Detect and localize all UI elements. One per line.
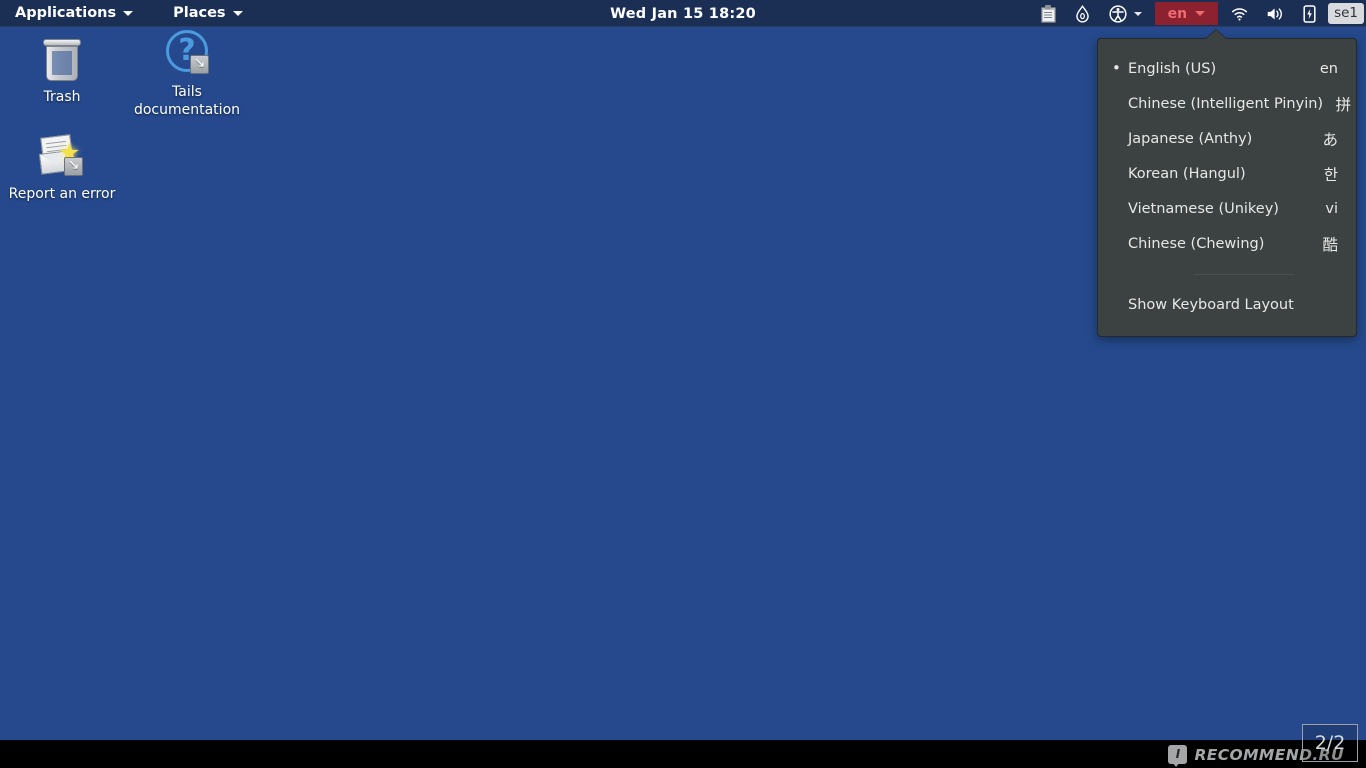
clock-button[interactable]: Wed Jan 15 18:20 <box>610 6 756 22</box>
clipboard-tray-button[interactable] <box>1032 0 1065 27</box>
menu-item-label: Japanese (Anthy) <box>1128 130 1253 147</box>
wifi-tray-button[interactable] <box>1222 0 1257 27</box>
menu-item-chinese-chewing[interactable]: Chinese (Chewing) 酷 <box>1098 226 1356 261</box>
menu-item-shortcode: vi <box>1325 200 1338 217</box>
watermark-badge-icon: I <box>1168 745 1188 767</box>
menu-item-english-us[interactable]: • English (US) en <box>1098 51 1356 86</box>
desktop-icon-trash[interactable]: Trash <box>7 33 117 106</box>
battery-icon <box>1303 4 1316 23</box>
applications-menu-label: Applications <box>15 5 117 21</box>
selected-bullet-icon: • <box>1112 59 1121 77</box>
wifi-icon <box>1231 7 1248 21</box>
menu-item-shortcode: 酷 <box>1322 235 1338 254</box>
volume-tray-button[interactable] <box>1257 0 1294 27</box>
menu-item-label: Korean (Hangul) <box>1128 165 1246 182</box>
menu-item-label: Show Keyboard Layout <box>1128 296 1294 313</box>
desktop-icon-tails-documentation-label-line1: Tails <box>172 84 202 100</box>
menu-item-shortcode: 拼 <box>1335 95 1352 114</box>
top-panel: Applications Places Wed Jan 15 18:20 en … <box>0 0 1366 27</box>
menu-item-vietnamese-unikey[interactable]: Vietnamese (Unikey) vi <box>1098 191 1356 226</box>
menu-item-shortcode: en <box>1319 60 1338 77</box>
accessibility-menu-button[interactable] <box>1100 0 1151 27</box>
menu-item-label: Chinese (Chewing) <box>1128 235 1265 252</box>
applications-menu-button[interactable]: Applications <box>6 1 142 26</box>
chevron-down-icon <box>232 10 243 16</box>
chevron-down-icon <box>123 10 134 16</box>
menu-item-korean-hangul[interactable]: Korean (Hangul) 한 <box>1098 156 1356 191</box>
session-name-chip[interactable]: se1 <box>1328 3 1364 24</box>
accessibility-icon <box>1109 4 1127 23</box>
keyboard-layout-label: en <box>1167 5 1188 22</box>
desktop-icon-trash-label: Trash <box>43 89 81 105</box>
volume-icon <box>1267 7 1282 20</box>
desktop-icon-tails-documentation[interactable]: ? Tails documentation <box>132 28 242 119</box>
keyboard-layout-button[interactable]: en <box>1154 2 1219 25</box>
desktop-icon-report-an-error[interactable]: ★ Report an error <box>7 130 117 203</box>
menu-item-shortcode: あ <box>1322 130 1338 149</box>
menu-item-label: Chinese (Intelligent Pinyin) <box>1128 95 1324 112</box>
places-menu-label: Places <box>173 5 226 21</box>
report-error-icon: ★ <box>7 130 117 180</box>
menu-item-shortcode: 한 <box>1323 165 1338 184</box>
desktop-icon-tails-documentation-label-line2: documentation <box>133 102 241 118</box>
help-question-icon: ? <box>132 28 242 78</box>
menu-arrow <box>1206 30 1226 39</box>
battery-tray-button[interactable] <box>1294 0 1325 27</box>
clipboard-icon <box>1040 4 1056 23</box>
page-counter: 2/2 <box>1302 724 1358 762</box>
chevron-down-icon <box>1133 11 1142 16</box>
bottom-letterbox-strip: I RECOMMEND.RU <box>0 740 1366 768</box>
menu-separator <box>1194 274 1294 275</box>
chevron-down-icon <box>1195 11 1206 16</box>
shortcut-link-emblem-icon <box>190 54 209 74</box>
places-menu-button[interactable]: Places <box>164 1 251 26</box>
system-tray: en se1 <box>1032 0 1366 27</box>
onion-droplet-icon <box>1075 4 1089 22</box>
shortcut-link-emblem-icon <box>64 156 83 176</box>
tor-status-button[interactable] <box>1065 0 1100 27</box>
menu-item-label: Vietnamese (Unikey) <box>1128 200 1279 217</box>
menu-item-show-keyboard-layout[interactable]: Show Keyboard Layout <box>1098 287 1356 322</box>
trash-icon <box>7 33 117 83</box>
desktop-icon-report-an-error-label: Report an error <box>8 186 116 202</box>
menu-item-label: English (US) <box>1128 60 1217 77</box>
menu-item-japanese-anthy[interactable]: Japanese (Anthy) あ <box>1098 121 1356 156</box>
watermark-badge-letter: I <box>1175 747 1181 761</box>
menu-item-chinese-intelligent-pinyin[interactable]: Chinese (Intelligent Pinyin) 拼 <box>1098 86 1356 121</box>
keyboard-layout-menu: • English (US) en Chinese (Intelligent P… <box>1097 29 1357 337</box>
